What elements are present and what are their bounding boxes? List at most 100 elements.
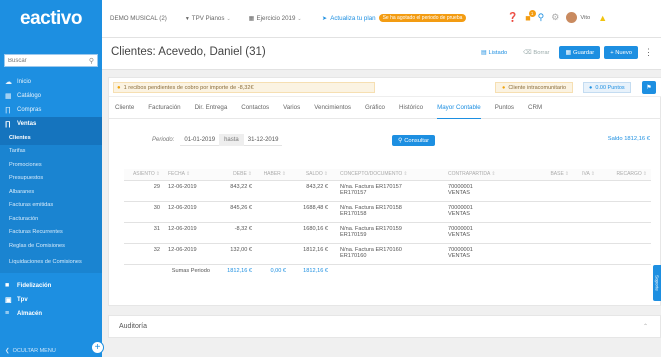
save-button[interactable]: ▦ Guardar [559, 46, 601, 59]
sort-icon: ⇕ [491, 171, 496, 178]
col-iva[interactable]: IVA⇕ [573, 169, 599, 181]
search-icon[interactable]: ⚲ [89, 57, 94, 65]
table-row[interactable]: 31 12-06-2019 -8,32 € 1680,16 € N/na. Fa… [124, 222, 651, 244]
delete-button[interactable]: ⌫ Borrar [517, 46, 555, 59]
sidebar-search[interactable]: ⚲ [4, 54, 98, 67]
col-debe[interactable]: DEBE⇕ [214, 169, 256, 181]
sidebar-subitem-tarifas[interactable]: Tarifas [0, 145, 102, 159]
tab-mayor-contable[interactable]: Mayor Contable [437, 97, 481, 119]
col-label: CONCEPTO/DOCUMENTO [340, 171, 403, 178]
audit-panel[interactable]: Auditoría ⌃ [108, 315, 661, 338]
cell-asiento: 30 [124, 201, 164, 223]
totals-empty [599, 264, 651, 277]
cell-contrapartida: 70000001 VENTAS [440, 243, 541, 265]
pending-receipts-alert[interactable]: ● 1 recibos pendientes de cobro por impor… [113, 82, 375, 93]
tab-grafico[interactable]: Gráfico [365, 97, 385, 119]
sidebar: eactivo ⚲ ☁ Inicio ▦ Catálogo ∏ Compras ∏ Ve… [0, 0, 102, 357]
audit-title: Auditoría [119, 323, 148, 330]
table-row[interactable]: 32 12-06-2019 132,00 € 1812,16 € N/na. F… [124, 243, 651, 265]
cell-recargo [599, 222, 651, 244]
table-row[interactable]: 29 12-06-2019 843,22 € 843,22 € N/na. Fa… [124, 180, 651, 202]
account-name-line: VENTAS [448, 253, 470, 259]
sidebar-subitem-promociones[interactable]: Promociones [0, 158, 102, 172]
save-button-label: Guardar [572, 49, 595, 56]
sidebar-item-fidelizacion[interactable]: ■ Fidelización [0, 279, 102, 293]
col-concepto[interactable]: CONCEPTO/DOCUMENTO⇕ [332, 169, 440, 181]
year-name: Ejercicio 2019 [256, 15, 296, 22]
notifications-icon[interactable]: ■ 1 [525, 9, 536, 23]
col-base[interactable]: BASE⇕ [541, 169, 573, 181]
sidebar-item-label: Fidelización [17, 282, 52, 289]
sidebar-subitem-presupuestos[interactable]: Presupuestos [0, 172, 102, 186]
account-name-line: VENTAS [448, 211, 470, 217]
tab-vencimientos[interactable]: Vencimientos [314, 97, 351, 119]
sidebar-item-inicio[interactable]: ☁ Inicio [0, 75, 102, 89]
sidebar-item-catalogo[interactable]: ▦ Catálogo [0, 89, 102, 103]
total-haber: 0,00 € [270, 267, 286, 274]
tab-dir-entrega[interactable]: Dir. Entrega [195, 97, 228, 119]
cell-saldo: 1680,16 € [290, 222, 332, 244]
avatar[interactable] [566, 12, 578, 23]
support-tab[interactable]: Soporte [653, 265, 661, 301]
sidebar-subitem-facturas-recurrentes[interactable]: Facturas Recurrentes [0, 226, 102, 240]
upgrade-label: Actualiza tu plan [330, 14, 376, 22]
help-icon[interactable]: ❓ [507, 12, 518, 23]
company-selector[interactable]: DEMO MUSICAL (2) [110, 15, 167, 22]
warning-icon: ● [502, 84, 506, 91]
cell-fecha: 12-06-2019 [164, 180, 214, 202]
terminal-selector[interactable]: ▼ TPV Pianos ⌄ [185, 15, 231, 22]
page-title: Clientes: Acevedo, Daniel (31) [111, 46, 266, 58]
sidebar-item-ventas[interactable]: ∏ Ventas [0, 117, 102, 131]
sidebar-subitem-clientes[interactable]: Clientes [0, 131, 102, 145]
tab-crm[interactable]: CRM [528, 97, 542, 119]
consult-button[interactable]: ⚲ Consultar [392, 135, 436, 146]
sidebar-subitem-albaranes[interactable]: Albaranes [0, 185, 102, 199]
pos-icon: ▣ [5, 296, 12, 304]
col-contrapartida[interactable]: CONTRAPARTIDA⇕ [440, 169, 541, 181]
sidebar-item-almacen[interactable]: ≡ Almacén [0, 307, 102, 321]
list-button[interactable]: ▤ Listado [475, 46, 513, 59]
tab-cliente[interactable]: Cliente [115, 97, 134, 119]
sidebar-item-tpv[interactable]: ▣ Tpv [0, 293, 102, 307]
sidebar-item-compras[interactable]: ∏ Compras [0, 103, 102, 117]
date-to-input[interactable]: 31-12-2019 [243, 134, 283, 146]
search-icon[interactable]: ⚲ [538, 12, 545, 23]
col-recargo[interactable]: RECARGO⇕ [599, 169, 651, 181]
col-haber[interactable]: HABER⇕ [256, 169, 290, 181]
cell-haber [256, 180, 290, 202]
col-asiento[interactable]: ASIENTO⇕ [124, 169, 164, 181]
bell-icon[interactable]: ▲ [598, 13, 607, 23]
tab-facturacion[interactable]: Facturación [148, 97, 180, 119]
upgrade-plan-link[interactable]: ➤ Actualiza tu plan Se ha agotado el per… [322, 14, 467, 22]
col-saldo[interactable]: SALDO⇕ [290, 169, 332, 181]
points-badge[interactable]: ● 0.00 Puntos [583, 82, 631, 93]
quick-add-plus-icon[interactable]: + [91, 341, 104, 354]
sidebar-subitem-facturas-emitidas[interactable]: Facturas emitidas [0, 199, 102, 213]
tab-historico[interactable]: Histórico [399, 97, 423, 119]
settings-icon[interactable]: ⚙ [551, 12, 559, 23]
year-selector[interactable]: ▦ Ejercicio 2019 ⌄ [249, 15, 302, 22]
balance-summary: Saldo 1812,16 € [607, 136, 650, 142]
sidebar-subitem-liquidaciones-comisiones[interactable]: Liquidaciones de Comisiones [0, 253, 102, 273]
cell-contrapartida: 70000001 VENTAS [440, 201, 541, 223]
new-button[interactable]: + Nuevo [604, 46, 638, 59]
sidebar-search-input[interactable] [8, 57, 78, 64]
page-header: Clientes: Acevedo, Daniel (31) ▤ Listado … [102, 38, 661, 70]
sidebar-subitem-facturacion[interactable]: Facturación [0, 212, 102, 226]
hide-menu-toggle[interactable]: ❮ OCULTAR MENU [0, 345, 102, 357]
info-icon: ● [589, 84, 593, 91]
tab-contactos[interactable]: Contactos [241, 97, 269, 119]
col-label: FECHA [168, 171, 185, 178]
user-name[interactable]: Vito [580, 15, 590, 21]
tab-varios[interactable]: Varios [283, 97, 300, 119]
col-fecha[interactable]: FECHA⇕ [164, 169, 214, 181]
date-from-input[interactable]: 01-01-2019 [180, 134, 220, 146]
sidebar-subitem-reglas-comisiones[interactable]: Reglas de Comisiones [0, 239, 102, 253]
table-row[interactable]: 30 12-06-2019 845,26 € 1688,48 € N/na. F… [124, 201, 651, 223]
tab-puntos[interactable]: Puntos [495, 97, 514, 119]
logo[interactable]: eactivo [0, 0, 102, 38]
more-options-icon[interactable]: ⋮ [642, 46, 655, 59]
tag-icon[interactable]: ⚑ [642, 81, 656, 94]
chevron-up-icon[interactable]: ⌃ [643, 323, 648, 330]
sort-icon: ⇕ [155, 171, 160, 178]
